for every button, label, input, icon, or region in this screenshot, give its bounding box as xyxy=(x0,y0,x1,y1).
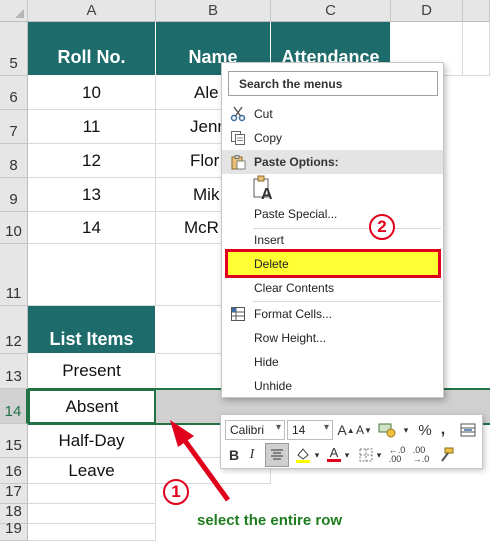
annotation-arrow-shaft xyxy=(180,436,231,502)
annotation-arrow-head xyxy=(170,420,194,447)
step-1-badge: 1 xyxy=(163,479,189,505)
annotation-arrow-layer xyxy=(170,420,231,502)
instruction-caption: select the entire row xyxy=(197,512,343,529)
step-2-badge: 2 xyxy=(369,214,395,240)
